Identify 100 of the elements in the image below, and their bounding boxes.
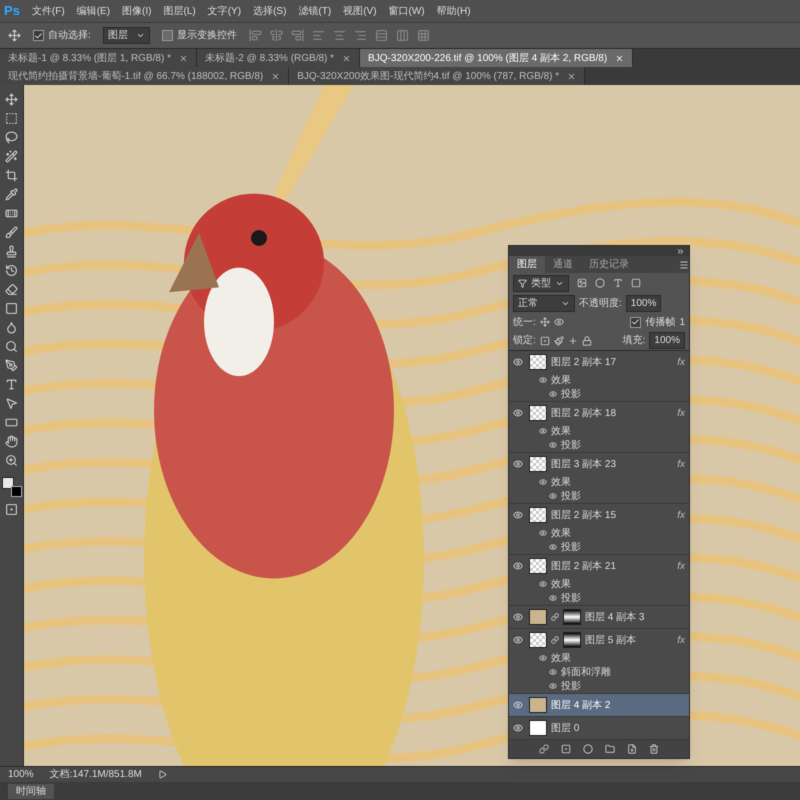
wand-tool-icon[interactable] <box>5 150 18 163</box>
visibility-icon[interactable] <box>513 357 523 367</box>
document-tab[interactable]: 未标题-1 @ 8.33% (图层 1, RGB/8) * <box>0 49 197 67</box>
lock-icon[interactable] <box>582 336 592 346</box>
visibility-icon[interactable] <box>513 612 523 622</box>
move-tool-icon[interactable] <box>5 93 18 106</box>
lasso-tool-icon[interactable] <box>5 131 18 144</box>
brush-tool-icon[interactable] <box>5 226 18 239</box>
layer-row[interactable]: 图层 2 副本 17 fx <box>509 351 689 373</box>
visibility-icon[interactable] <box>539 529 547 537</box>
marquee-tool-icon[interactable] <box>5 112 18 125</box>
link-layers-icon[interactable] <box>539 744 549 754</box>
trash-icon[interactable] <box>649 744 659 754</box>
adjustment-icon[interactable] <box>583 744 593 754</box>
visibility-icon[interactable] <box>549 668 557 676</box>
layer-row[interactable]: 图层 2 副本 18 fx <box>509 402 689 424</box>
visibility-icon[interactable] <box>513 561 523 571</box>
drop-tool-icon[interactable] <box>5 321 18 334</box>
document-tab[interactable]: 未标题-2 @ 8.33% (RGB/8) * <box>196 49 360 67</box>
menu-item[interactable]: 图像(I) <box>122 4 152 18</box>
visibility-icon[interactable] <box>539 654 547 662</box>
background-color-swatch[interactable] <box>10 486 22 497</box>
close-icon[interactable] <box>271 72 280 80</box>
layer-row[interactable]: 图层 0 <box>509 717 689 739</box>
folder-icon[interactable] <box>605 744 615 754</box>
fill-field[interactable]: 100% <box>649 332 685 349</box>
menu-item[interactable]: 图层(L) <box>163 4 196 18</box>
menu-item[interactable]: 视图(V) <box>343 4 377 18</box>
document-tab[interactable]: BJQ-320X200效果图-现代简约4.tif @ 100% (787, RGB/8) * <box>289 67 586 85</box>
type-tool-icon[interactable] <box>5 378 18 391</box>
visibility-icon[interactable] <box>539 580 547 588</box>
visibility-icon[interactable] <box>549 492 557 500</box>
menu-item[interactable]: 滤镜(T) <box>298 4 332 18</box>
close-icon[interactable] <box>567 72 576 80</box>
unify-position-icon[interactable] <box>540 317 550 327</box>
visibility-icon[interactable] <box>513 408 523 418</box>
menu-item[interactable]: 帮助(H) <box>436 4 471 18</box>
panel-tab[interactable]: 图层 <box>509 256 545 273</box>
blend-mode-dropdown[interactable]: 正常 <box>513 294 575 312</box>
foreground-color-swatch[interactable] <box>2 477 14 489</box>
quick-mask-icon[interactable] <box>5 503 18 516</box>
target-dropdown[interactable]: 图层 <box>102 27 150 44</box>
hand-tool-icon[interactable] <box>5 435 18 448</box>
visibility-icon[interactable] <box>549 441 557 449</box>
visibility-icon[interactable] <box>539 478 547 486</box>
menu-item[interactable]: 编辑(E) <box>76 4 110 18</box>
collapse-icon[interactable] <box>676 246 685 256</box>
zoom-tool-icon[interactable] <box>5 454 18 467</box>
unify-visibility-icon[interactable] <box>554 317 564 327</box>
visibility-icon[interactable] <box>549 594 557 602</box>
timeline-tab[interactable]: 时间轴 <box>8 784 54 798</box>
opacity-field[interactable]: 100% <box>626 294 662 312</box>
lock-position-icon[interactable] <box>568 336 578 346</box>
new-layer-icon[interactable] <box>627 744 637 754</box>
visibility-icon[interactable] <box>549 682 557 690</box>
lock-pixels-icon[interactable] <box>540 336 550 346</box>
visibility-icon[interactable] <box>549 543 557 551</box>
panel-tab[interactable]: 通道 <box>545 256 581 273</box>
checkbox[interactable] <box>33 30 44 41</box>
layer-row[interactable]: 图层 4 副本 3 <box>509 606 689 628</box>
document-tab[interactable]: 现代简约拍摄背景墙-葡萄-1.tif @ 66.7% (188002, RGB/8) <box>0 67 290 85</box>
visibility-icon[interactable] <box>539 427 547 435</box>
bandage-tool-icon[interactable] <box>5 207 18 220</box>
circle-filter-icon[interactable] <box>595 278 605 288</box>
checkbox[interactable] <box>630 316 642 328</box>
visibility-icon[interactable] <box>513 700 523 710</box>
lock-paint-icon[interactable] <box>554 336 564 346</box>
layer-row[interactable]: 图层 2 副本 21 fx <box>509 555 689 577</box>
visibility-icon[interactable] <box>539 376 547 384</box>
play-icon[interactable] <box>158 770 167 779</box>
menu-item[interactable]: 文字(Y) <box>208 4 242 18</box>
visibility-icon[interactable] <box>513 510 523 520</box>
search-icon[interactable] <box>5 340 18 353</box>
menu-icon[interactable] <box>679 260 689 270</box>
visibility-icon[interactable] <box>513 459 523 469</box>
close-icon[interactable] <box>342 54 352 62</box>
image-filter-icon[interactable] <box>577 278 587 288</box>
pointer-tool-icon[interactable] <box>5 397 18 410</box>
layer-row[interactable]: 图层 3 副本 23 fx <box>509 453 689 475</box>
layer-row[interactable]: 图层 4 副本 2 <box>509 694 689 716</box>
close-icon[interactable] <box>615 54 624 62</box>
stamp-tool-icon[interactable] <box>5 245 18 258</box>
gradient-tool-icon[interactable] <box>5 302 18 315</box>
history-brush-icon[interactable] <box>5 264 18 277</box>
close-icon[interactable] <box>178 54 188 62</box>
layer-row[interactable]: 图层 2 副本 15 fx <box>509 504 689 526</box>
visibility-icon[interactable] <box>513 723 523 733</box>
panel-tab[interactable]: 历史记录 <box>581 256 637 273</box>
menu-item[interactable]: 选择(S) <box>253 4 286 18</box>
document-tab[interactable]: BJQ-320X200-226.tif @ 100% (图层 4 副本 2, RGB/8) <box>360 49 634 67</box>
visibility-icon[interactable] <box>513 635 523 645</box>
pen-tool-icon[interactable] <box>5 359 18 372</box>
add-mask-icon[interactable] <box>561 744 571 754</box>
visibility-icon[interactable] <box>549 390 557 398</box>
shape-filter-icon[interactable] <box>631 278 641 288</box>
eraser-tool-icon[interactable] <box>5 283 18 296</box>
rectangle-tool-icon[interactable] <box>5 416 18 429</box>
crop-tool-icon[interactable] <box>5 169 18 182</box>
layer-row[interactable]: 图层 5 副本 fx <box>509 629 689 651</box>
menu-item[interactable]: 窗口(W) <box>388 4 425 18</box>
